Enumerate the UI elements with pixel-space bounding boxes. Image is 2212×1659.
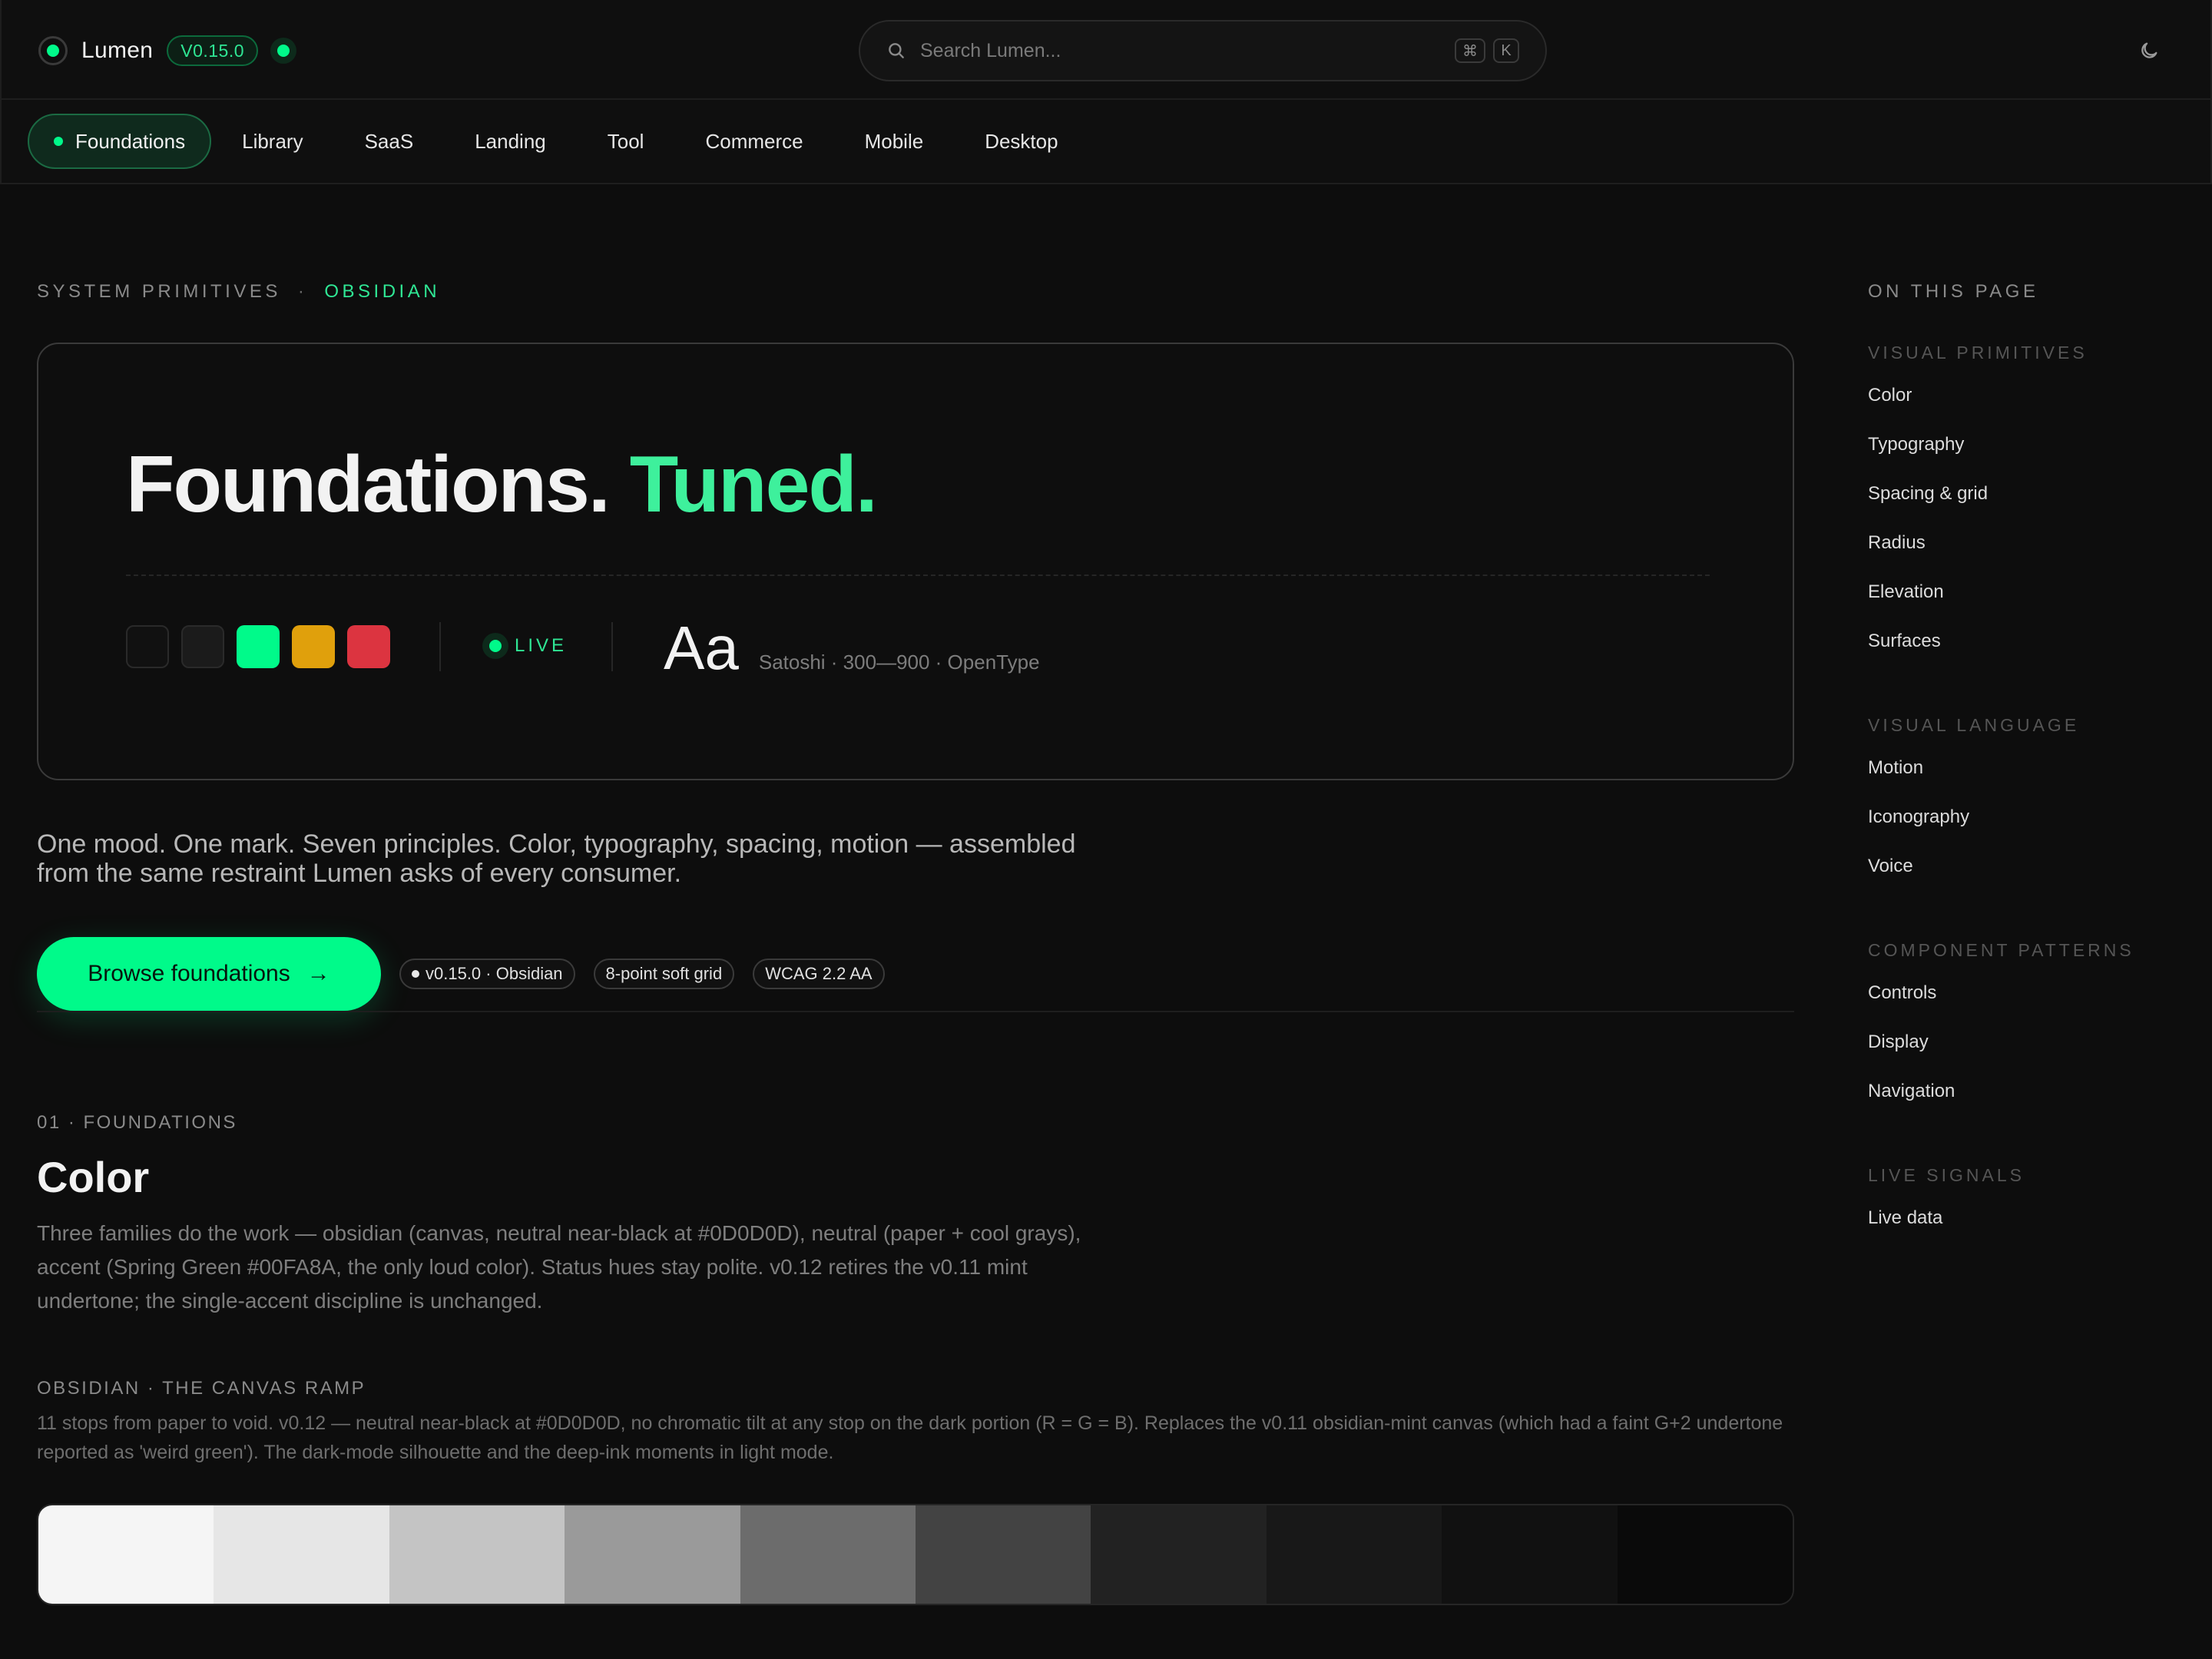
chip-dot-icon bbox=[412, 970, 419, 978]
ramp-stop[interactable] bbox=[1617, 1505, 1793, 1604]
meta-chips: v0.15.0 · Obsidian 8-point soft grid WCA… bbox=[399, 959, 903, 989]
swatch-surface bbox=[181, 625, 224, 668]
brand-logo-icon bbox=[38, 36, 68, 65]
page-title: Foundations. Tuned. bbox=[126, 439, 878, 531]
eyebrow-theme: OBSIDIAN bbox=[324, 281, 441, 302]
ramp-stop[interactable] bbox=[565, 1505, 740, 1604]
type-specimen: Aa bbox=[664, 614, 739, 682]
browse-foundations-button[interactable]: Browse foundations → bbox=[37, 937, 381, 1011]
swatch-obsidian bbox=[126, 625, 169, 668]
tab-label: Foundations bbox=[75, 129, 186, 153]
tab-landing[interactable]: Landing bbox=[444, 114, 577, 169]
tab-desktop[interactable]: Desktop bbox=[954, 114, 1088, 169]
tab-mobile[interactable]: Mobile bbox=[834, 114, 955, 169]
section-eyebrow: 01 · FOUNDATIONS bbox=[37, 1112, 237, 1133]
ramp-stop[interactable] bbox=[1091, 1505, 1267, 1604]
tab-commerce[interactable]: Commerce bbox=[674, 114, 833, 169]
toc-item-radius[interactable]: Radius bbox=[1868, 528, 2190, 577]
page-eyebrow: SYSTEM PRIMITIVES · OBSIDIAN bbox=[37, 281, 440, 303]
title-main: Foundations. bbox=[126, 440, 611, 529]
toc-item-display[interactable]: Display bbox=[1868, 1027, 2190, 1076]
toc-item-voice[interactable]: Voice bbox=[1868, 851, 2190, 900]
tab-saas[interactable]: SaaS bbox=[334, 114, 445, 169]
cta-label: Browse foundations bbox=[88, 961, 290, 986]
type-sample: Aa Satoshi · 300—900 · OpenType bbox=[664, 613, 1040, 684]
type-meta: Satoshi · 300—900 · OpenType bbox=[758, 651, 1040, 674]
theme-toggle-button[interactable] bbox=[2132, 34, 2166, 68]
section-divider bbox=[37, 1011, 1794, 1012]
toc-heading: VISUAL PRIMITIVES bbox=[1868, 343, 2088, 363]
ramp-eyebrow: OBSIDIAN · THE CANVAS RAMP bbox=[37, 1378, 366, 1399]
top-bar: Lumen V0.15.0 ⌘ K bbox=[0, 0, 2212, 100]
hero-divider bbox=[126, 575, 1710, 576]
toc-heading: VISUAL LANGUAGE bbox=[1868, 715, 2080, 735]
toc-item-controls[interactable]: Controls bbox=[1868, 978, 2190, 1027]
eyebrow-separator: · bbox=[297, 281, 308, 302]
moon-icon bbox=[2141, 42, 2157, 58]
ramp-stop[interactable] bbox=[38, 1505, 214, 1604]
toc-item-elevation[interactable]: Elevation bbox=[1868, 577, 2190, 626]
color-swatches bbox=[126, 625, 402, 668]
arrow-right-icon: → bbox=[306, 961, 330, 986]
search-input[interactable] bbox=[920, 39, 1447, 62]
toc-item-color[interactable]: Color bbox=[1868, 380, 2190, 429]
ramp-stop[interactable] bbox=[1442, 1505, 1618, 1604]
version-chip: v0.15.0 · Obsidian bbox=[399, 959, 575, 989]
live-dot-icon bbox=[482, 633, 508, 659]
toc-title: ON THIS PAGE bbox=[1868, 281, 2039, 302]
tab-library[interactable]: Library bbox=[211, 114, 333, 169]
brand[interactable]: Lumen V0.15.0 bbox=[38, 34, 297, 68]
title-accent: Tuned. bbox=[629, 440, 878, 529]
toc-group-live-signals: LIVE SIGNALS Live data bbox=[1868, 1165, 2190, 1252]
grid-chip: 8-point soft grid bbox=[593, 959, 735, 989]
eyebrow-section: SYSTEM PRIMITIVES bbox=[37, 281, 281, 302]
toc-item-motion[interactable]: Motion bbox=[1868, 753, 2190, 802]
live-indicator: LIVE bbox=[482, 633, 567, 659]
tab-tool[interactable]: Tool bbox=[577, 114, 675, 169]
brand-name: Lumen bbox=[81, 38, 154, 63]
wcag-chip: WCAG 2.2 AA bbox=[753, 959, 885, 989]
page-lede: One mood. One mark. Seven principles. Co… bbox=[37, 830, 1076, 888]
section-body: Three families do the work — obsidian (c… bbox=[37, 1221, 1081, 1313]
swatch-warning bbox=[292, 625, 335, 668]
nav-bar: Foundations Library SaaS Landing Tool Co… bbox=[0, 100, 2212, 184]
chip-label: v0.15.0 · Obsidian bbox=[426, 964, 563, 983]
toc-item-iconography[interactable]: Iconography bbox=[1868, 802, 2190, 851]
ramp-stop[interactable] bbox=[1266, 1505, 1442, 1604]
toc-heading: LIVE SIGNALS bbox=[1868, 1165, 2025, 1185]
section-title: Color bbox=[37, 1153, 150, 1201]
ramp-description: 11 stops from paper to void. v0.12 — neu… bbox=[37, 1412, 1783, 1463]
toc-group-visual-language: VISUAL LANGUAGE Motion Iconography Voice bbox=[1868, 715, 2190, 900]
ramp-stop[interactable] bbox=[389, 1505, 565, 1604]
shortcut-k-key: K bbox=[1493, 38, 1519, 63]
on-this-page: ON THIS PAGE VISUAL PRIMITIVES Color Typ… bbox=[1868, 281, 2190, 1252]
nav-tabs: Foundations Library SaaS Landing Tool Co… bbox=[28, 114, 1089, 169]
hero-vertical-divider bbox=[611, 622, 613, 671]
ramp-stop[interactable] bbox=[916, 1505, 1091, 1604]
hero-vertical-divider bbox=[439, 622, 441, 671]
search-bar[interactable]: ⌘ K bbox=[859, 20, 1547, 81]
swatch-danger bbox=[347, 625, 390, 668]
toc-heading: COMPONENT PATTERNS bbox=[1868, 940, 2134, 960]
shortcut-mod-key: ⌘ bbox=[1455, 38, 1485, 63]
toc-item-navigation[interactable]: Navigation bbox=[1868, 1076, 2190, 1125]
toc-item-spacing-grid[interactable]: Spacing & grid bbox=[1868, 478, 2190, 528]
version-badge: V0.15.0 bbox=[167, 35, 259, 66]
toc-group-visual-primitives: VISUAL PRIMITIVES Color Typography Spaci… bbox=[1868, 343, 2190, 675]
ramp-stop[interactable] bbox=[740, 1505, 916, 1604]
active-dot-icon bbox=[54, 137, 63, 146]
ramp-stop[interactable] bbox=[214, 1505, 389, 1604]
toc-item-surfaces[interactable]: Surfaces bbox=[1868, 626, 2190, 675]
toc-group-component-patterns: COMPONENT PATTERNS Controls Display Navi… bbox=[1868, 940, 2190, 1125]
search-icon bbox=[889, 43, 904, 58]
swatch-accent bbox=[237, 625, 280, 668]
hero-card: Foundations. Tuned. LIVE Aa Satoshi · 30… bbox=[37, 343, 1794, 780]
live-label: LIVE bbox=[515, 635, 568, 656]
tab-foundations[interactable]: Foundations bbox=[28, 114, 212, 169]
canvas-ramp bbox=[37, 1504, 1794, 1605]
toc-item-live-data[interactable]: Live data bbox=[1868, 1203, 2190, 1252]
status-indicator-icon bbox=[270, 38, 297, 64]
toc-item-typography[interactable]: Typography bbox=[1868, 429, 2190, 478]
